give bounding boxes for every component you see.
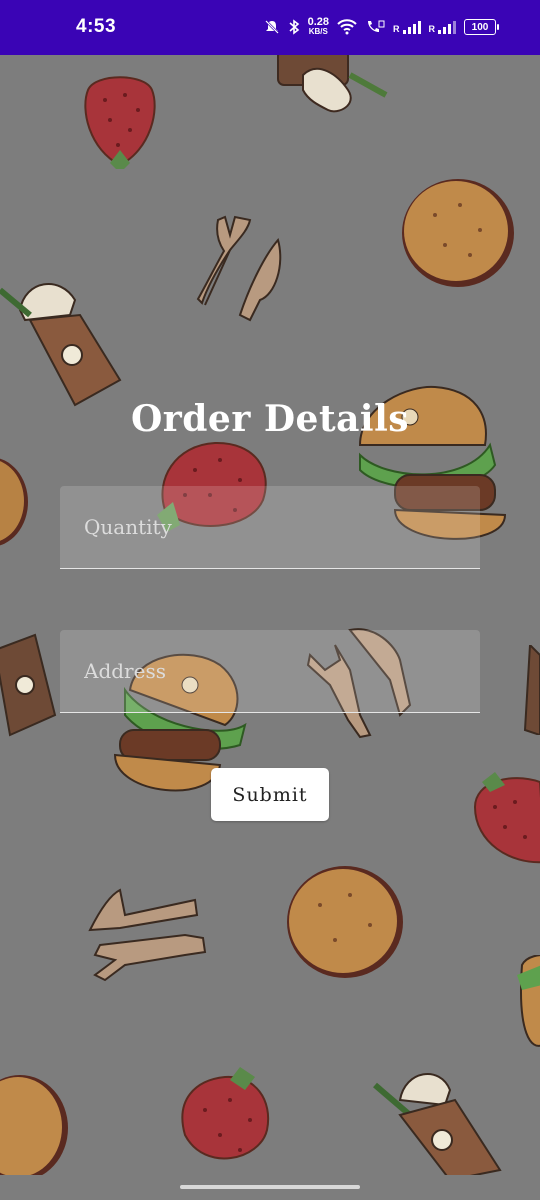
fork-knife-icon <box>88 888 207 982</box>
page-title: Order Details <box>130 398 410 440</box>
bun-icon <box>287 866 403 978</box>
strawberry-icon <box>473 772 540 864</box>
bun-icon <box>402 179 514 287</box>
frappe-cup-icon <box>373 1073 502 1175</box>
wifi-icon <box>337 19 357 35</box>
frappe-cup-icon <box>0 283 122 407</box>
address-input[interactable] <box>60 630 480 712</box>
quantity-input[interactable] <box>60 486 480 568</box>
sim1-label: R <box>393 24 400 34</box>
bun-icon <box>0 458 28 546</box>
frappe-cup-icon <box>277 55 388 113</box>
home-indicator[interactable] <box>180 1185 360 1189</box>
battery-level: 100 <box>471 21 489 33</box>
frappe-cup-icon <box>0 633 57 737</box>
signal-sim2: R <box>428 20 456 34</box>
strawberry-icon <box>181 1067 270 1160</box>
frappe-cup-icon <box>523 645 540 735</box>
sim2-label: R <box>428 24 436 34</box>
net-speed: 0.28 KB/S <box>308 17 329 37</box>
bun-icon <box>0 1075 68 1175</box>
signal-sim1: R <box>393 20 421 34</box>
address-field <box>60 630 480 713</box>
quantity-field <box>60 486 480 569</box>
status-time: 4:53 <box>76 16 117 37</box>
net-speed-unit: KB/S <box>308 27 328 36</box>
bluetooth-icon <box>289 19 299 35</box>
net-speed-value: 0.28 <box>307 16 329 28</box>
mute-icon <box>264 20 279 34</box>
strawberry-icon <box>84 76 156 169</box>
burger-icon <box>517 955 540 1047</box>
food-pattern-background <box>0 55 540 1175</box>
volte-call-icon <box>368 20 385 32</box>
status-bar: 4:53 0.28 KB/S R R 100 <box>0 0 540 55</box>
navigation-bar <box>0 1175 540 1200</box>
battery-icon: 100 <box>464 19 499 35</box>
status-icons: 0.28 KB/S R R 100 <box>264 14 499 40</box>
submit-button[interactable]: Submit <box>211 768 329 821</box>
fork-knife-icon <box>196 215 282 322</box>
